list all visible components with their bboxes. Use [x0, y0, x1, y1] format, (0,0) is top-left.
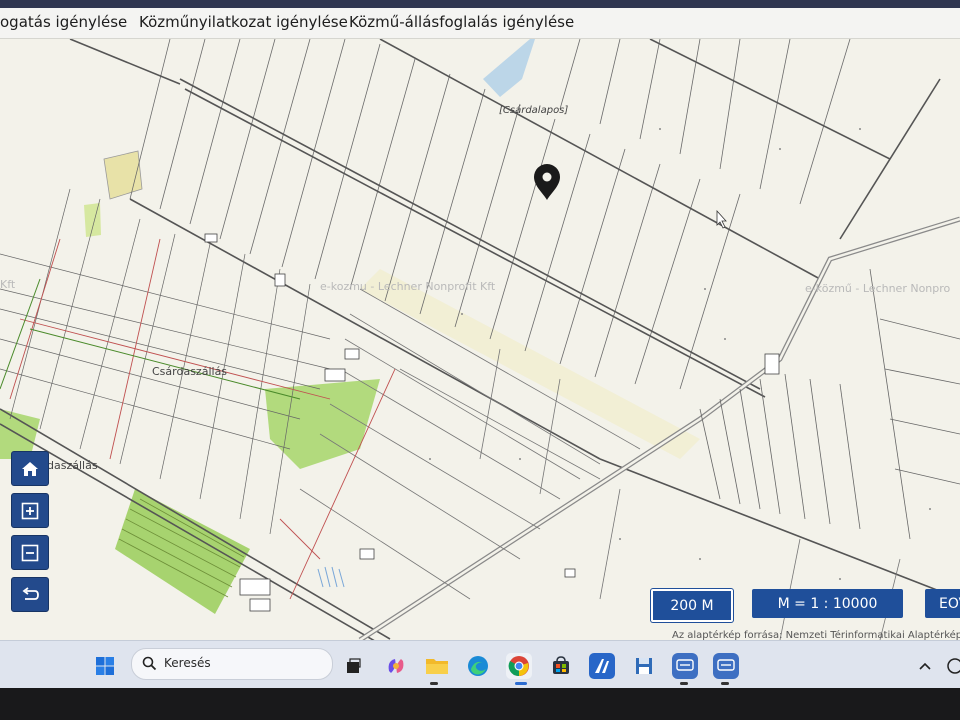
back-button[interactable]: [11, 577, 49, 612]
home-button[interactable]: [11, 451, 49, 486]
map-watermark: e-közmű - Lechner Nonpro: [805, 282, 951, 295]
running-indicator: [430, 682, 438, 685]
undo-arrow-icon: [22, 586, 39, 600]
yellow-band: [360, 269, 700, 459]
scale-ratio[interactable]: M = 1 : 10000: [752, 589, 903, 618]
taskbar-search[interactable]: Keresés: [131, 648, 333, 680]
field-strips-right: [699, 268, 960, 540]
green-small-plot: [84, 203, 101, 237]
laptop-bezel: [0, 688, 960, 720]
menu-item-utility-statement[interactable]: Közműnyilatkozat igénylése: [139, 13, 348, 31]
file-explorer-icon[interactable]: [424, 653, 450, 679]
orchard-plot: [115, 489, 250, 614]
projection-button[interactable]: EOV: [925, 589, 960, 618]
search-icon: [142, 656, 157, 671]
map-label-town-lower: daszállás: [47, 459, 98, 472]
save-disk-icon[interactable]: [631, 653, 657, 679]
minus-square-icon: [21, 544, 39, 561]
edge-icon[interactable]: [465, 653, 491, 679]
running-indicator: [721, 682, 729, 685]
app-icon[interactable]: [589, 653, 615, 679]
active-indicator: [515, 682, 527, 685]
chrome-icon[interactable]: [506, 653, 532, 679]
menu-item-utility-position[interactable]: Közmű-állásfoglalás igénylése: [349, 13, 574, 31]
map-label-place: [Csárdalapos]: [499, 105, 569, 116]
remote-app-icon[interactable]: [713, 653, 739, 679]
store-icon[interactable]: [548, 653, 574, 679]
chevron-up-icon[interactable]: [912, 653, 938, 679]
map-label-town: Csárdaszállás: [152, 365, 228, 378]
town-parcels: [0, 188, 331, 535]
field-lines-mid: [299, 288, 901, 640]
menu-bar: ogatás igénylése Közműnyilatkozat igényl…: [0, 8, 960, 39]
zoom-in-button[interactable]: [11, 493, 49, 528]
lake-area: [483, 39, 535, 97]
window-top-strip: [0, 0, 960, 8]
cadastral-map[interactable]: [Csárdalapos] Csárdaszállás daszállás e-…: [0, 39, 960, 640]
map-watermark: e-kozmu - Lechner Nonprofit Kft: [320, 280, 496, 293]
plus-square-icon: [21, 502, 39, 519]
copilot-icon[interactable]: [383, 653, 409, 679]
search-placeholder: Keresés: [164, 656, 211, 670]
hatched-area: [317, 566, 345, 588]
task-view-icon[interactable]: [340, 653, 366, 679]
windows-start-icon[interactable]: [92, 653, 118, 679]
screen: ogatás igénylése Közműnyilatkozat igényl…: [0, 0, 960, 688]
map-canvas[interactable]: [0, 39, 960, 640]
running-indicator: [680, 682, 688, 685]
menu-item-support-request[interactable]: ogatás igénylése: [0, 13, 127, 31]
home-icon: [22, 461, 38, 476]
mouse-cursor-icon: [716, 209, 727, 229]
zoom-out-button[interactable]: [11, 535, 49, 570]
location-pin-icon[interactable]: [534, 164, 560, 200]
map-watermark: Kft: [0, 278, 16, 291]
remote-app-icon[interactable]: [672, 653, 698, 679]
network-icon[interactable]: [942, 653, 960, 679]
scale-bar: 200 M: [651, 589, 733, 622]
